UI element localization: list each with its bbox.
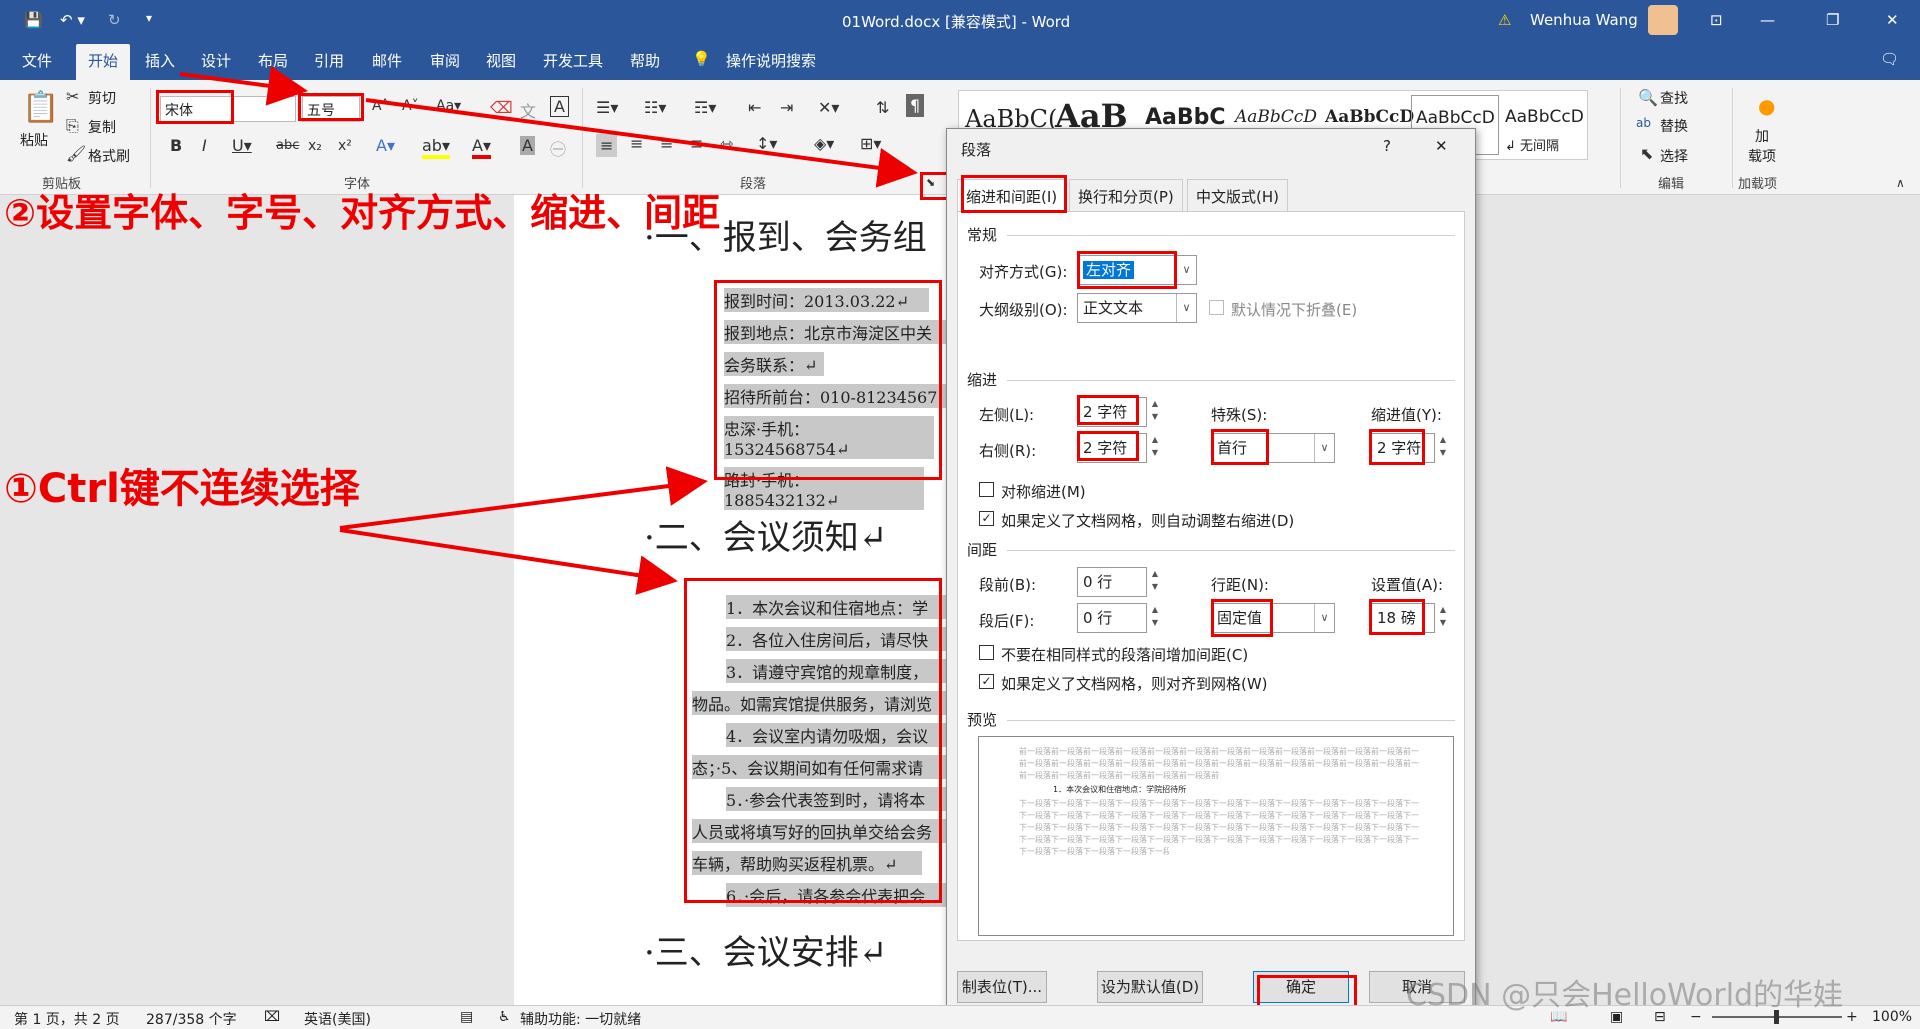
tab-asian-typography[interactable]: 中文版式(H) — [1187, 179, 1288, 214]
preview-prev-text: 前一段落前一段落前一段落前一段落前一段落前一段落前一段落前一段落前一段落前一段落… — [1019, 771, 1219, 780]
chevron-down-icon: ∨ — [1314, 434, 1334, 462]
tabs-button[interactable]: 制表位(T)... — [957, 971, 1047, 1003]
collapse-checkbox[interactable] — [1209, 300, 1224, 315]
divider — [1007, 235, 1455, 236]
alignment-label: 对齐方式(G): — [979, 263, 1068, 281]
before-label: 段前(B): — [979, 576, 1037, 594]
dialog-close-button[interactable]: ✕ — [1435, 137, 1448, 155]
word-count[interactable]: 287/358 个字 — [146, 1009, 237, 1029]
arrow-line — [339, 528, 678, 595]
accessibility-icon: ♿ — [498, 1009, 511, 1025]
before-value: 0 行 — [1083, 573, 1113, 591]
right-indent-label: 右侧(R): — [979, 442, 1037, 460]
after-input[interactable]: 0 行 — [1077, 603, 1147, 633]
preview-next-text: 下一段落下一段落下一段落下一段落下一段落下一段落下一段落下一段落下一段落下一段落… — [1019, 811, 1419, 820]
section-indent: 缩进 — [967, 371, 998, 389]
at-label: 设置值(A): — [1371, 576, 1444, 594]
indent-by-label: 缩进值(Y): — [1371, 406, 1442, 424]
auto-adjust-checkbox[interactable]: ✓ — [979, 511, 994, 526]
spinner-icon[interactable]: ▲ ▼ — [1435, 433, 1451, 459]
snap-grid-checkbox[interactable]: ✓ — [979, 674, 994, 689]
zoom-level[interactable]: 100% — [1872, 1009, 1912, 1025]
preview-next-text: 下一段落下一段落下一段落下一段落下一段落下一段落下一段落下一段落下一段落下一段落… — [1019, 847, 1169, 856]
preview-prev-text: 前一段落前一段落前一段落前一段落前一段落前一段落前一段落前一段落前一段落前一段落… — [1019, 759, 1419, 768]
annotation-tab-box — [961, 175, 1067, 213]
accessibility-status[interactable]: 辅助功能: 一切就绪 — [520, 1009, 641, 1029]
divider — [1007, 380, 1455, 381]
chevron-down-icon: ∨ — [1176, 256, 1196, 284]
annotation-left-box — [1077, 395, 1139, 425]
section-general: 常规 — [967, 226, 998, 244]
divider — [1007, 720, 1455, 721]
preview-next-text: 下一段落下一段落下一段落下一段落下一段落下一段落下一段落下一段落下一段落下一段落… — [1019, 823, 1419, 832]
auto-adjust-label: 如果定义了文档网格，则自动调整右缩进(D) — [1001, 512, 1295, 530]
annotation-indentby-box — [1369, 429, 1425, 465]
no-space-label: 不要在相同样式的段落间增加间距(C) — [1001, 646, 1249, 664]
preview-next-text: 下一段落下一段落下一段落下一段落下一段落下一段落下一段落下一段落下一段落下一段落… — [1019, 835, 1419, 844]
paragraph-dialog: 段落 ? ✕ 缩进和间距(I) 换行和分页(P) 中文版式(H) 常规 对齐方式… — [946, 128, 1476, 1019]
chevron-down-icon: ∨ — [1314, 604, 1334, 632]
spinner-icon[interactable]: ▲ ▼ — [1147, 567, 1163, 593]
dialog-title: 段落 — [961, 141, 992, 159]
preview-prev-text: 前一段落前一段落前一段落前一段落前一段落前一段落前一段落前一段落前一段落前一段落… — [1019, 747, 1419, 756]
outline-select[interactable]: 正文文本 ∨ — [1077, 293, 1197, 323]
preview-box: 前一段落前一段落前一段落前一段落前一段落前一段落前一段落前一段落前一段落前一段落… — [978, 736, 1454, 936]
outline-value: 正文文本 — [1083, 299, 1144, 317]
mirror-indent-checkbox[interactable] — [979, 482, 994, 497]
section-spacing: 间距 — [967, 541, 998, 559]
annotation-linespacing-box — [1211, 599, 1273, 637]
macro-icon[interactable]: ▤ — [460, 1009, 473, 1025]
preview-current-text: 1．本次会议和住宿地点：学院招待所 — [1053, 785, 1187, 794]
watermark: CSDN @只会HelloWorld的华娃 — [1406, 978, 1844, 1013]
spinner-icon[interactable]: ▲ ▼ — [1147, 433, 1163, 459]
tab-line-page-breaks[interactable]: 换行和分页(P) — [1069, 179, 1183, 214]
spinner-icon[interactable]: ▲ ▼ — [1147, 397, 1163, 423]
annotation-at-box — [1369, 599, 1425, 635]
annotation-special-box — [1211, 429, 1269, 465]
arrow-line — [179, 65, 308, 106]
line-spacing-label: 行距(N): — [1211, 576, 1269, 594]
chevron-down-icon: ∨ — [1176, 294, 1196, 322]
proofing-icon[interactable]: ⌧ — [264, 1009, 280, 1025]
annotation-right-box — [1077, 431, 1139, 461]
snap-grid-label: 如果定义了文档网格，则对齐到网格(W) — [1001, 675, 1268, 693]
special-label: 特殊(S): — [1211, 406, 1268, 424]
left-indent-label: 左侧(L): — [979, 406, 1035, 424]
preview-next-text: 下一段落下一段落下一段落下一段落下一段落下一段落下一段落下一段落下一段落下一段落… — [1019, 799, 1419, 808]
divider — [1007, 550, 1455, 551]
section-preview: 预览 — [967, 711, 998, 729]
mirror-indent-label: 对称缩进(M) — [1001, 483, 1086, 501]
zoom-in-icon[interactable]: + — [1846, 1009, 1858, 1025]
collapse-label: 默认情况下折叠(E) — [1231, 301, 1358, 319]
after-label: 段后(F): — [979, 612, 1035, 630]
spinner-icon[interactable]: ▲ ▼ — [1435, 603, 1451, 629]
arrow-line — [365, 98, 918, 188]
language[interactable]: 英语(美国) — [304, 1009, 371, 1029]
page-count[interactable]: 第 1 页，共 2 页 — [14, 1009, 120, 1029]
outline-label: 大纲级别(O): — [979, 301, 1068, 319]
no-space-checkbox[interactable] — [979, 645, 994, 660]
arrow-line — [339, 466, 708, 530]
before-input[interactable]: 0 行 — [1077, 567, 1147, 597]
dialog-help-button[interactable]: ? — [1383, 137, 1391, 155]
annotation-alignment-box — [1077, 251, 1177, 289]
after-value: 0 行 — [1083, 609, 1113, 627]
set-default-button[interactable]: 设为默认值(D) — [1097, 971, 1203, 1003]
spinner-icon[interactable]: ▲ ▼ — [1147, 603, 1163, 629]
